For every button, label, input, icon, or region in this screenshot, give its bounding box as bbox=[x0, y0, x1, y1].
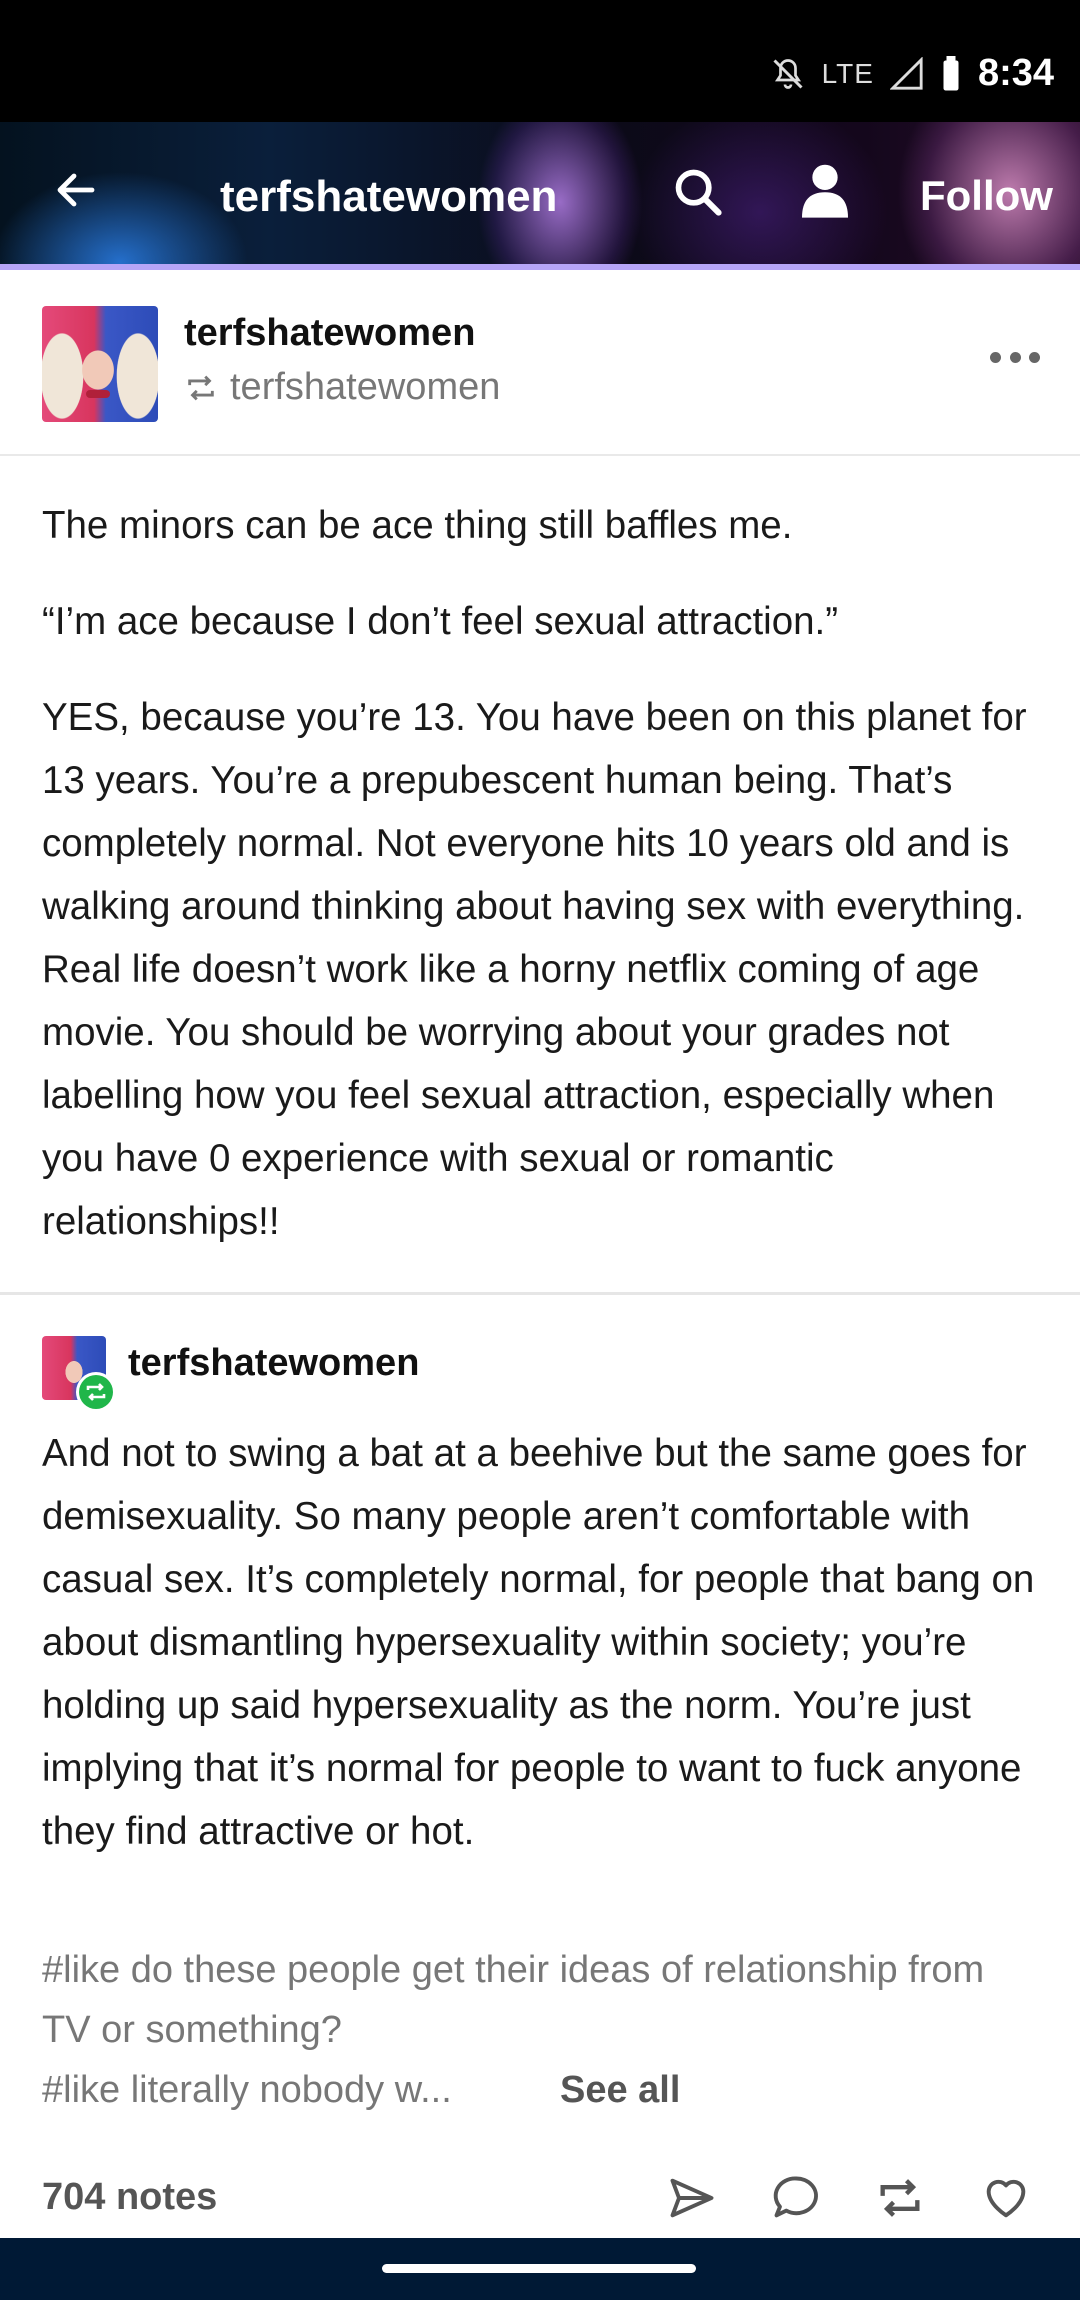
tag[interactable]: #like do these people get their ideas of… bbox=[42, 1940, 1042, 2060]
search-icon[interactable] bbox=[672, 166, 724, 218]
clock: 8:34 bbox=[977, 52, 1054, 94]
reblog-blog-name[interactable]: terfshatewomen bbox=[128, 1342, 419, 1385]
header-title: terfshatewomen bbox=[220, 172, 558, 221]
see-all-tags-button[interactable]: See all bbox=[560, 2060, 680, 2120]
follow-button[interactable]: Follow bbox=[920, 172, 1053, 220]
tag[interactable]: #like literally nobody w... bbox=[42, 2060, 1042, 2120]
notifications-off-icon bbox=[773, 58, 803, 89]
reblogged-from[interactable]: terfshatewomen bbox=[184, 366, 500, 409]
network-type: LTE bbox=[821, 57, 874, 89]
avatar[interactable] bbox=[42, 306, 158, 422]
post-blog-name[interactable]: terfshatewomen bbox=[184, 312, 475, 355]
signal-icon bbox=[889, 56, 923, 90]
post-footer: 704 notes bbox=[0, 2162, 1080, 2242]
reblog-body: And not to swing a bat at a beehive but … bbox=[42, 1432, 1035, 1853]
share-icon[interactable] bbox=[666, 2172, 718, 2224]
reblog-icon bbox=[188, 375, 214, 400]
reblog-icon bbox=[86, 1383, 106, 1401]
more-icon[interactable] bbox=[990, 352, 1040, 366]
comment-icon[interactable] bbox=[770, 2172, 822, 2224]
notes-count[interactable]: 704 notes bbox=[42, 2176, 217, 2219]
reblogged-from-name: terfshatewomen bbox=[230, 366, 501, 408]
tags: #like do these people get their ideas of… bbox=[42, 1940, 1042, 2120]
user-icon[interactable] bbox=[802, 162, 848, 218]
reblog-icon[interactable] bbox=[874, 2172, 926, 2224]
post-paragraph: YES, because you’re 13. You have been on… bbox=[42, 696, 1027, 1243]
heart-icon[interactable] bbox=[980, 2172, 1032, 2224]
post-paragraph: The minors can be ace thing still baffle… bbox=[42, 504, 793, 547]
reblog-badge bbox=[76, 1372, 116, 1412]
home-gesture-pill[interactable] bbox=[382, 2264, 696, 2273]
reblog-trail-header[interactable]: terfshatewomen bbox=[42, 1332, 742, 1412]
post-body: The minors can be ace thing still baffle… bbox=[42, 494, 1042, 1286]
post-header: terfshatewomen terfshatewomen bbox=[0, 276, 1080, 456]
status-bar: LTE 8:34 bbox=[0, 0, 1080, 122]
back-arrow-icon[interactable] bbox=[52, 166, 100, 214]
divider bbox=[0, 1292, 1080, 1295]
battery-icon bbox=[943, 55, 959, 90]
blog-header: terfshatewomen Follow bbox=[0, 122, 1080, 270]
system-nav-bar bbox=[0, 2238, 1080, 2300]
post-paragraph: “I’m ace because I don’t feel sexual att… bbox=[42, 600, 839, 643]
